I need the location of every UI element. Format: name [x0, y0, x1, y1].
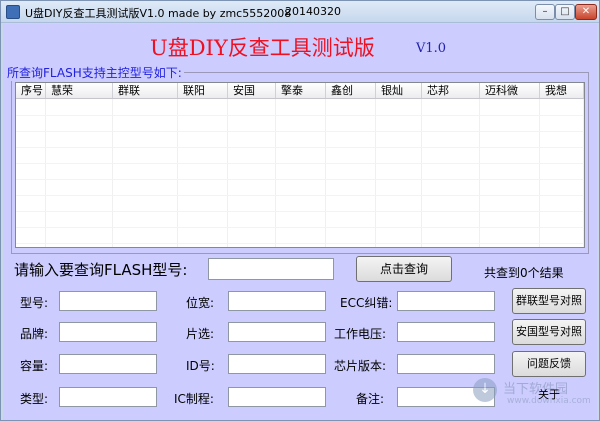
- list-column-header[interactable]: 芯邦: [422, 83, 480, 98]
- id-field[interactable]: [228, 354, 326, 374]
- title-bar[interactable]: U盘DIY反查工具测试版V1.0 made by zmc5552008 2014…: [1, 1, 599, 23]
- id-label: ID号:: [186, 359, 215, 373]
- type-label: 类型:: [20, 392, 49, 406]
- grid-line: [16, 131, 584, 132]
- brand-label: 品牌:: [20, 327, 49, 341]
- voltage-field[interactable]: [397, 322, 495, 342]
- list-column-header[interactable]: 鑫创: [326, 83, 376, 98]
- ecc-field[interactable]: [397, 291, 495, 311]
- list-column-header[interactable]: 序号: [16, 83, 46, 98]
- model-label: 型号:: [20, 296, 49, 310]
- grid-line: [325, 99, 326, 247]
- chip-version-field[interactable]: [397, 354, 495, 374]
- query-button[interactable]: 点击查询: [356, 256, 452, 282]
- width-field[interactable]: [228, 291, 326, 311]
- alcor-model-button[interactable]: 安国型号对照: [512, 319, 586, 345]
- chip-select-field[interactable]: [228, 322, 326, 342]
- close-button[interactable]: ✕: [575, 4, 597, 20]
- result-count: 共查到0个结果: [484, 266, 564, 280]
- client-area: U盘DIY反查工具测试版 V1.0 所查询FLASH支持主控型号如下: 序号 慧荣…: [3, 24, 597, 420]
- list-column-header[interactable]: 迈科微: [480, 83, 540, 98]
- minimize-button[interactable]: –: [535, 4, 555, 20]
- grid-line: [479, 99, 480, 247]
- chip-select-label: 片选:: [186, 327, 215, 341]
- grid-line: [583, 99, 584, 247]
- grid-line: [16, 179, 584, 180]
- grid-line: [227, 99, 228, 247]
- list-column-header[interactable]: 银灿: [376, 83, 422, 98]
- download-icon: ↓: [473, 378, 497, 402]
- capacity-field[interactable]: [59, 354, 157, 374]
- process-field[interactable]: [228, 387, 326, 407]
- controller-list[interactable]: 序号 慧荣 群联 联阳 安国 擎泰 鑫创 银灿 芯邦 迈科微 我想: [15, 82, 585, 248]
- grid-line: [421, 99, 422, 247]
- feedback-button[interactable]: 问题反馈: [512, 351, 586, 377]
- note-label: 备注:: [356, 392, 385, 406]
- controller-list-label: 所查询FLASH支持主控型号如下:: [7, 64, 184, 81]
- grid-line: [16, 227, 584, 228]
- list-column-header[interactable]: 群联: [113, 83, 178, 98]
- window-title: U盘DIY反查工具测试版V1.0 made by zmc5552008: [25, 7, 292, 20]
- app-heading: U盘DIY反查工具测试版: [150, 36, 375, 60]
- list-column-header[interactable]: 慧荣: [46, 83, 113, 98]
- app-window: U盘DIY反查工具测试版V1.0 made by zmc5552008 2014…: [0, 0, 600, 421]
- width-label: 位宽:: [186, 296, 215, 310]
- list-column-header[interactable]: 联阳: [178, 83, 228, 98]
- phison-model-button[interactable]: 群联型号对照: [512, 288, 586, 314]
- model-field[interactable]: [59, 291, 157, 311]
- capacity-label: 容量:: [20, 359, 49, 373]
- grid-line: [112, 99, 113, 247]
- list-column-header[interactable]: 安国: [228, 83, 276, 98]
- type-field[interactable]: [59, 387, 157, 407]
- grid-line: [16, 243, 584, 244]
- list-column-header[interactable]: 我想: [540, 83, 584, 98]
- grid-line: [16, 147, 584, 148]
- brand-field[interactable]: [59, 322, 157, 342]
- list-header: 序号 慧荣 群联 联阳 安国 擎泰 鑫创 银灿 芯邦 迈科微 我想: [16, 83, 584, 99]
- maximize-button[interactable]: □: [555, 4, 575, 20]
- grid-line: [16, 211, 584, 212]
- ecc-label: ECC纠错:: [340, 296, 393, 310]
- grid-line: [16, 115, 584, 116]
- grid-line: [45, 99, 46, 247]
- grid-line: [177, 99, 178, 247]
- list-column-header[interactable]: 擎泰: [276, 83, 326, 98]
- flash-model-field[interactable]: [208, 258, 334, 280]
- search-prompt: 请输入要查询FLASH型号:: [14, 261, 188, 279]
- window-title-date: 20140320: [285, 5, 341, 18]
- process-label: IC制程:: [174, 392, 214, 406]
- grid-line: [375, 99, 376, 247]
- voltage-label: 工作电压:: [334, 327, 387, 341]
- grid-line: [16, 163, 584, 164]
- grid-line: [539, 99, 540, 247]
- list-body[interactable]: [16, 99, 584, 247]
- grid-line: [275, 99, 276, 247]
- flash-model-input[interactable]: [209, 259, 333, 279]
- app-version: V1.0: [416, 41, 447, 56]
- about-button[interactable]: 关于: [512, 382, 586, 408]
- app-icon: [6, 5, 20, 19]
- grid-line: [16, 195, 584, 196]
- chip-version-label: 芯片版本:: [334, 359, 387, 373]
